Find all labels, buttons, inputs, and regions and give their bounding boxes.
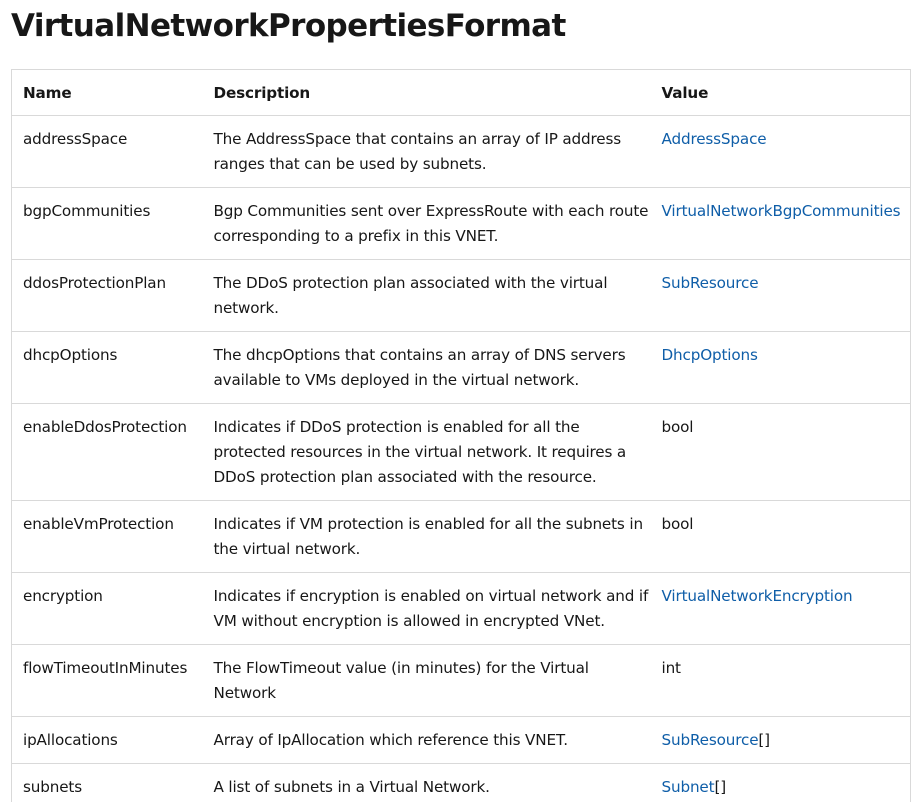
properties-table: Name Description Value addressSpace The A… [11,69,911,802]
property-value-cell: DhcpOptions [650,331,911,404]
property-name: bgpCommunities [11,187,203,260]
property-value-cell: int [650,644,911,717]
property-value-cell: bool [650,403,911,501]
column-header-value: Value [650,69,911,116]
property-type: bool [661,418,694,436]
table-row: addressSpace The AddressSpace that contai… [11,115,911,188]
property-value-cell: VirtualNetworkEncryption [650,572,911,645]
property-description: The AddressSpace that contains an array … [202,115,651,188]
table-row: enableVmProtection Indicates if VM protec… [11,500,911,573]
array-suffix: [] [714,778,726,796]
property-type-link[interactable]: VirtualNetworkEncryption [662,587,853,605]
property-value-cell: VirtualNetworkBgpCommunities [650,187,911,260]
property-name: ddosProtectionPlan [11,259,203,332]
property-name: ipAllocations [11,716,203,764]
property-type: int [661,659,682,677]
property-value-cell: bool [650,500,911,573]
property-type-link[interactable]: AddressSpace [662,130,767,148]
property-description: The DDoS protection plan associated with… [202,259,651,332]
table-row: bgpCommunities Bgp Communities sent over … [11,187,911,260]
column-header-description: Description [202,69,651,116]
table-row: enableDdosProtection Indicates if DDoS pr… [11,403,911,501]
property-description: Indicates if encryption is enabled on vi… [202,572,651,645]
property-description: Array of IpAllocation which reference th… [202,716,651,764]
page-title: VirtualNetworkPropertiesFormat [11,8,566,44]
property-type-link[interactable]: SubResource [662,274,759,292]
property-type: bool [661,515,694,533]
property-name: addressSpace [11,115,203,188]
property-name: enableVmProtection [11,500,203,573]
table-row: ddosProtectionPlan The DDoS protection pl… [11,259,911,332]
property-value-cell: Subnet[] [650,763,911,802]
property-name: subnets [11,763,203,802]
property-type-link[interactable]: SubResource [662,731,759,749]
table-row: dhcpOptions The dhcpOptions that contains… [11,331,911,404]
table-row: flowTimeoutInMinutes The FlowTimeout valu… [11,644,911,717]
property-name: dhcpOptions [11,331,203,404]
table-header-row: Name Description Value [11,69,911,116]
property-description: A list of subnets in a Virtual Network. [202,763,651,802]
array-suffix: [] [758,731,770,749]
property-description: The FlowTimeout value (in minutes) for t… [202,644,651,717]
property-name: enableDdosProtection [11,403,203,501]
table-row: ipAllocations Array of IpAllocation which… [11,716,911,764]
column-header-name: Name [11,69,203,116]
property-description: The dhcpOptions that contains an array o… [202,331,651,404]
property-name: flowTimeoutInMinutes [11,644,203,717]
property-value-cell: AddressSpace [650,115,911,188]
table-body: addressSpace The AddressSpace that contai… [11,115,911,802]
property-name: encryption [11,572,203,645]
property-description: Indicates if DDoS protection is enabled … [202,403,651,501]
property-value-cell: SubResource[] [650,716,911,764]
property-description: Indicates if VM protection is enabled fo… [202,500,651,573]
property-description: Bgp Communities sent over ExpressRoute w… [202,187,651,260]
property-type-link[interactable]: VirtualNetworkBgpCommunities [662,202,901,220]
property-type-link[interactable]: Subnet [662,778,715,796]
property-value-cell: SubResource [650,259,911,332]
table-row: encryption Indicates if encryption is ena… [11,572,911,645]
table-row: subnets A list of subnets in a Virtual Ne… [11,763,911,802]
property-type-link[interactable]: DhcpOptions [662,346,758,364]
